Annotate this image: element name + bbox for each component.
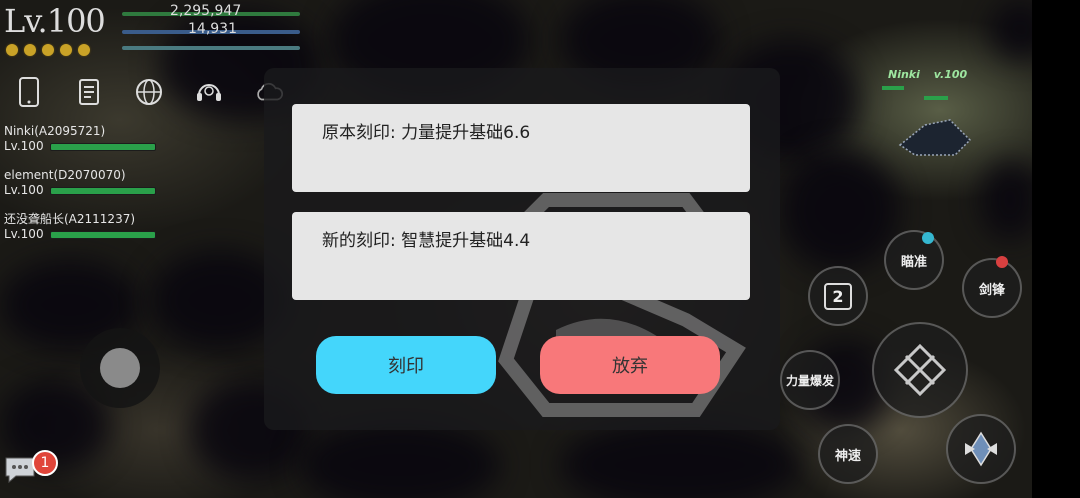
main-attack-button[interactable] <box>872 322 968 418</box>
party-member-name: Ninki(A2095721) <box>4 124 106 138</box>
party-hp-bar <box>49 142 156 151</box>
scroll-icon[interactable] <box>74 76 104 108</box>
new-engraving-box: 新的刻印: 智慧提升基础4.4 <box>292 212 750 300</box>
original-engraving-text: 原本刻印: 力量提升基础6.6 <box>322 123 531 143</box>
ultimate-skill-button[interactable] <box>946 414 1016 484</box>
nametag-bar <box>882 86 904 90</box>
joystick-knob[interactable] <box>100 348 140 388</box>
hud-icon-row <box>14 76 284 108</box>
phone-icon[interactable] <box>14 76 44 108</box>
party-member-name: element(D2070070) <box>4 168 126 182</box>
star-rating <box>6 44 90 56</box>
sword-lock-skill-button[interactable]: 剑锋 <box>962 258 1022 318</box>
party-member-level: Lv.100 <box>4 183 44 197</box>
aim-skill-label: 瞄准 <box>900 254 927 270</box>
party-hp-bar <box>49 186 156 195</box>
star-icon <box>6 44 18 56</box>
party-member-level: Lv.100 <box>4 139 44 153</box>
creature-sprite <box>898 119 972 156</box>
level-value: 100 <box>46 2 106 40</box>
god-speed-button[interactable]: 神速 <box>818 424 878 484</box>
nametag-level: v.100 <box>933 68 968 81</box>
star-icon <box>42 44 54 56</box>
movement-joystick[interactable] <box>80 328 160 408</box>
power-burst-button[interactable]: 力量爆发 <box>780 350 840 410</box>
player-nametag: Ninki v.100 <box>888 68 967 81</box>
party-member-level: Lv.100 <box>4 227 44 241</box>
sword-lock-skill-label: 剑锋 <box>978 282 1005 298</box>
sword-indicator-dot <box>996 256 1008 268</box>
level-prefix: Lv. <box>4 2 48 40</box>
exp-bar <box>122 46 300 50</box>
player-level: Lv.100 <box>4 2 106 40</box>
wing-emblem-icon <box>965 431 997 467</box>
star-icon <box>78 44 90 56</box>
slot-number: 2 <box>824 282 852 310</box>
party-member[interactable]: Ninki(A2095721) Lv.100 <box>4 124 156 154</box>
abandon-button[interactable]: 放弃 <box>540 336 720 394</box>
party-member-name: 还没聋船长(A2111237) <box>4 212 136 226</box>
crossed-swords-icon <box>893 343 947 397</box>
party-member[interactable]: 还没聋船长(A2111237) Lv.100 <box>4 212 156 242</box>
aim-indicator-dot <box>922 232 934 244</box>
new-engraving-text: 新的刻印: 智慧提升基础4.4 <box>322 231 531 251</box>
party-hp-bar <box>49 230 156 239</box>
unread-badge: 1 <box>32 450 58 476</box>
nametag-name: Ninki <box>888 68 920 81</box>
nametag-bar-2 <box>924 96 948 100</box>
headset-icon[interactable] <box>194 76 224 108</box>
power-burst-label: 力量爆发 <box>785 373 834 388</box>
hp-value: 2,295,947 <box>170 3 242 19</box>
star-icon <box>24 44 36 56</box>
party-member[interactable]: element(D2070070) Lv.100 <box>4 168 156 198</box>
mp-value: 14,931 <box>188 21 237 37</box>
star-icon <box>60 44 72 56</box>
original-engraving-box: 原本刻印: 力量提升基础6.6 <box>292 104 750 192</box>
engrave-button[interactable]: 刻印 <box>316 336 496 394</box>
slot-item-button[interactable]: 2 <box>808 266 868 326</box>
god-speed-label: 神速 <box>834 448 861 464</box>
globe-icon[interactable] <box>134 76 164 108</box>
aim-skill-button[interactable]: 瞄准 <box>884 230 944 290</box>
screen-edge-bar <box>1032 0 1080 498</box>
